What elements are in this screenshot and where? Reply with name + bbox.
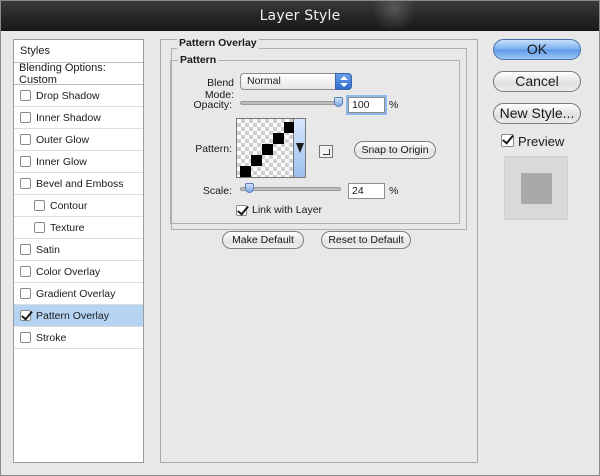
opacity-slider-thumb[interactable] bbox=[334, 97, 343, 107]
scale-label: Scale: bbox=[202, 185, 232, 197]
new-preset-icon[interactable] bbox=[319, 145, 333, 158]
opacity-label: Opacity: bbox=[193, 99, 232, 111]
blending-options-item[interactable]: Blending Options: Custom bbox=[14, 61, 143, 86]
pattern-square bbox=[262, 144, 273, 155]
reset-to-default-button[interactable]: Reset to Default bbox=[321, 231, 411, 249]
preview-checkbox[interactable] bbox=[501, 134, 514, 147]
style-item-label: Pattern Overlay bbox=[36, 309, 109, 322]
reset-to-default-label: Reset to Default bbox=[328, 234, 404, 246]
style-item-label: Outer Glow bbox=[36, 133, 90, 146]
style-rows: Drop Shadow Inner Shadow Outer Glow Inner G… bbox=[14, 85, 143, 349]
pattern-square bbox=[251, 155, 262, 166]
style-item-checkbox[interactable] bbox=[20, 332, 31, 343]
pattern-square bbox=[240, 166, 251, 177]
ok-button[interactable]: OK bbox=[493, 39, 581, 60]
style-item-label: Satin bbox=[36, 243, 60, 256]
style-item-label: Inner Shadow bbox=[36, 111, 101, 124]
styles-list: Styles Blending Options: Custom Drop Sha… bbox=[13, 39, 144, 463]
opacity-slider-track[interactable] bbox=[240, 101, 343, 105]
style-item[interactable]: Contour bbox=[14, 195, 143, 217]
cancel-button[interactable]: Cancel bbox=[493, 71, 581, 92]
new-style-label: New Style... bbox=[499, 105, 575, 121]
style-item-checkbox[interactable] bbox=[20, 90, 31, 101]
style-item[interactable]: Satin bbox=[14, 239, 143, 261]
style-item[interactable]: Color Overlay bbox=[14, 261, 143, 283]
style-item-label: Drop Shadow bbox=[36, 89, 100, 102]
scale-slider-thumb[interactable] bbox=[244, 183, 254, 193]
blend-mode-label: Blend Mode: bbox=[204, 77, 234, 101]
scale-slider-track[interactable] bbox=[240, 187, 341, 191]
pattern-square bbox=[273, 133, 284, 144]
style-item-label: Stroke bbox=[36, 331, 67, 344]
pattern-picker-arrow-icon[interactable] bbox=[294, 118, 306, 178]
style-item[interactable]: Pattern Overlay bbox=[14, 305, 143, 327]
style-item-checkbox[interactable] bbox=[20, 178, 31, 189]
style-item[interactable]: Inner Shadow bbox=[14, 107, 143, 129]
preview-swatch bbox=[521, 173, 552, 204]
blend-mode-select[interactable]: Normal bbox=[240, 73, 352, 90]
opacity-value: 100 bbox=[352, 99, 370, 111]
scale-input[interactable]: 24 bbox=[348, 183, 385, 199]
style-item[interactable]: Gradient Overlay bbox=[14, 283, 143, 305]
style-item-checkbox[interactable] bbox=[20, 288, 31, 299]
scale-value: 24 bbox=[352, 185, 364, 197]
ok-label: OK bbox=[526, 41, 548, 57]
pattern-label: Pattern: bbox=[195, 143, 232, 155]
scale-unit: % bbox=[389, 185, 399, 197]
style-item[interactable]: Texture bbox=[14, 217, 143, 239]
snap-to-origin-button[interactable]: Snap to Origin bbox=[354, 141, 436, 159]
style-item-checkbox[interactable] bbox=[20, 134, 31, 145]
title-bar[interactable]: Layer Style bbox=[1, 1, 599, 31]
styles-header-label: Styles bbox=[20, 45, 50, 57]
make-default-button[interactable]: Make Default bbox=[222, 231, 304, 249]
style-item[interactable]: Drop Shadow bbox=[14, 85, 143, 107]
preview-label: Preview bbox=[518, 134, 565, 149]
style-item-checkbox[interactable] bbox=[20, 112, 31, 123]
style-item-label: Color Overlay bbox=[36, 265, 101, 278]
style-item[interactable]: Inner Glow bbox=[14, 151, 143, 173]
link-with-layer-check-icon bbox=[236, 204, 247, 216]
style-item-label: Texture bbox=[50, 221, 85, 234]
blend-mode-value: Normal bbox=[247, 75, 281, 87]
style-item[interactable]: Bevel and Emboss bbox=[14, 173, 143, 195]
pattern-swatch[interactable] bbox=[236, 118, 295, 178]
window-title: Layer Style bbox=[259, 7, 341, 24]
style-item[interactable]: Outer Glow bbox=[14, 129, 143, 151]
link-with-layer-label: Link with Layer bbox=[252, 204, 323, 216]
opacity-input[interactable]: 100 bbox=[348, 97, 385, 113]
title-bar-glint bbox=[364, 1, 424, 31]
style-item[interactable]: Stroke bbox=[14, 327, 143, 349]
link-with-layer-checkbox[interactable]: Link with Layer bbox=[236, 204, 322, 216]
style-item-checkbox[interactable] bbox=[20, 266, 31, 277]
cancel-label: Cancel bbox=[515, 73, 559, 89]
style-item-checkbox[interactable] bbox=[20, 244, 31, 255]
style-item-checkbox[interactable] bbox=[20, 156, 31, 167]
select-arrows-icon bbox=[335, 73, 352, 90]
style-item-checkbox[interactable] bbox=[34, 222, 45, 233]
style-item-label: Bevel and Emboss bbox=[36, 177, 124, 190]
section-title: Pattern Overlay bbox=[177, 37, 259, 49]
style-item-label: Contour bbox=[50, 199, 88, 212]
styles-header[interactable]: Styles bbox=[14, 40, 143, 63]
snap-to-origin-label: Snap to Origin bbox=[361, 144, 429, 156]
subsection-title: Pattern bbox=[178, 54, 219, 66]
style-preview bbox=[504, 156, 568, 220]
blending-options-label: Blending Options: Custom bbox=[19, 61, 106, 86]
style-item-label: Inner Glow bbox=[36, 155, 87, 168]
new-style-button[interactable]: New Style... bbox=[493, 103, 581, 124]
style-item-label: Gradient Overlay bbox=[36, 287, 116, 300]
style-item-checkbox[interactable] bbox=[20, 310, 31, 321]
opacity-unit: % bbox=[389, 99, 399, 111]
make-default-label: Make Default bbox=[232, 234, 294, 246]
style-item-checkbox[interactable] bbox=[34, 200, 45, 211]
